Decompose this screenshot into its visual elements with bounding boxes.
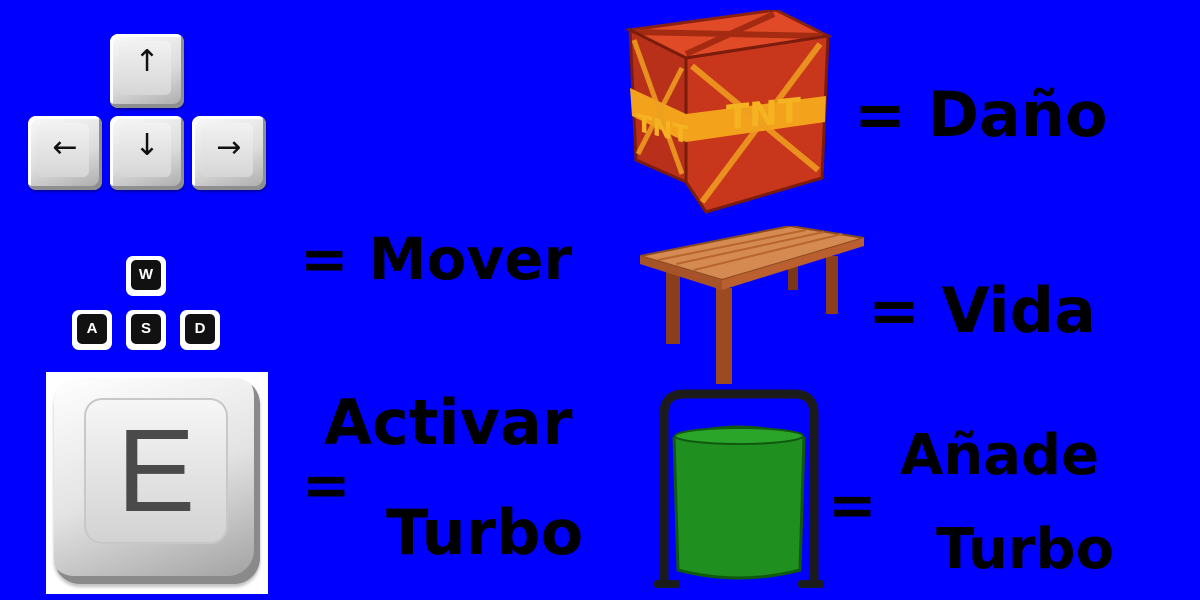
tnt-crate-icon: TNT TNT: [626, 10, 832, 214]
down-arrow-glyph: ↓: [134, 128, 160, 163]
d-key-label: D: [185, 314, 215, 344]
s-key: S: [126, 310, 166, 350]
svg-text:TNT: TNT: [726, 91, 802, 139]
d-key: D: [180, 310, 220, 350]
e-key: E: [54, 378, 260, 584]
arrow-keys-icon: ↑ ← ↓ →: [28, 34, 268, 190]
move-label: = Mover: [300, 225, 573, 293]
up-arrow-glyph: ↑: [134, 44, 160, 79]
w-key: W: [126, 256, 166, 296]
e-key-label: E: [116, 405, 196, 537]
right-arrow-glyph: →: [216, 130, 242, 165]
up-arrow-key: ↑: [110, 34, 184, 108]
left-arrow-glyph: ←: [52, 130, 78, 165]
down-arrow-key: ↓: [110, 116, 184, 190]
a-key: A: [72, 310, 112, 350]
add-line2: Turbo: [936, 517, 1115, 582]
activate-line2: Turbo: [386, 496, 584, 569]
trash-bin-icon: [654, 389, 824, 588]
activate-equals: =: [302, 451, 351, 519]
w-key-label: W: [131, 260, 161, 290]
wooden-table-icon: [640, 226, 865, 384]
a-key-label: A: [77, 314, 107, 344]
e-key-icon: E: [46, 372, 268, 594]
add-line1: Añade: [900, 423, 1100, 488]
right-arrow-key: →: [192, 116, 266, 190]
wasd-keys-icon: W A S D: [72, 256, 224, 352]
damage-label: = Daño: [854, 78, 1108, 151]
add-equals: =: [828, 471, 877, 539]
s-key-label: S: [131, 314, 161, 344]
life-label: = Vida: [868, 274, 1096, 347]
activate-line1: Activar: [324, 386, 573, 459]
left-arrow-key: ←: [28, 116, 102, 190]
